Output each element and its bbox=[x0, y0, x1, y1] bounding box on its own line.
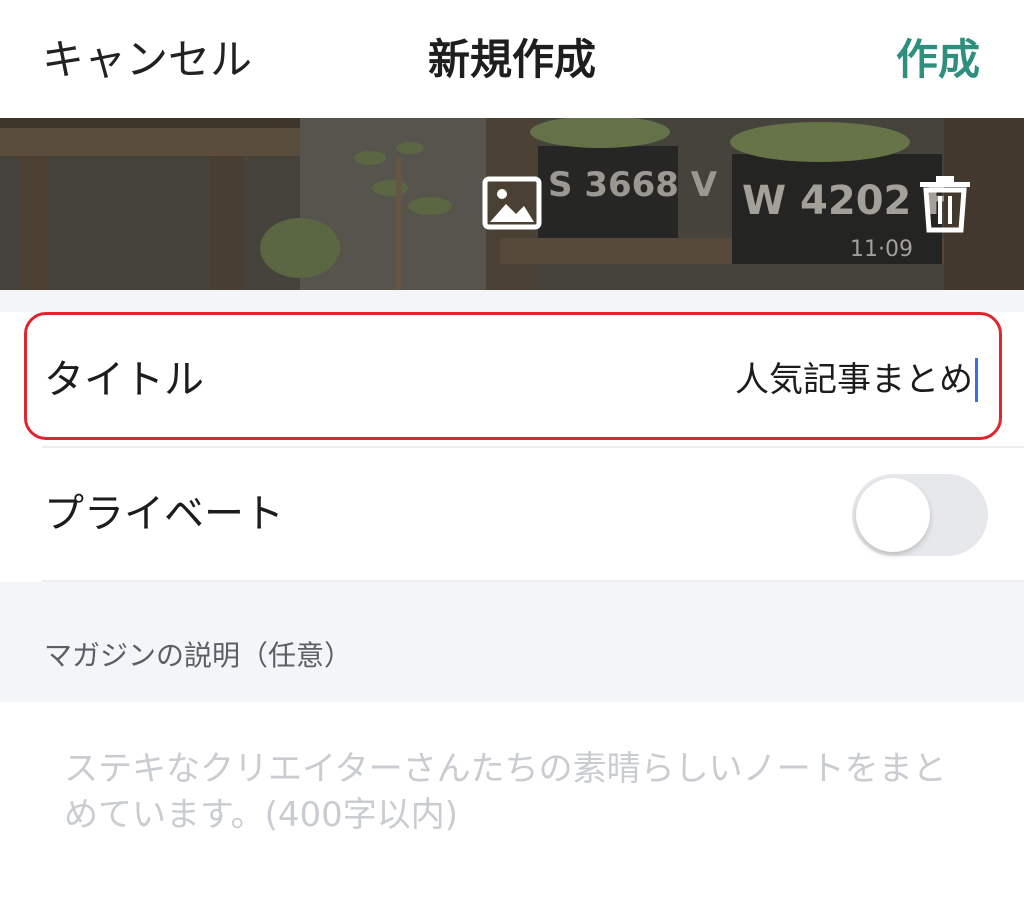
navigation-bar: キャンセル 新規作成 作成 bbox=[0, 0, 1024, 118]
section-gap bbox=[0, 290, 1024, 312]
private-label: プライベート bbox=[44, 491, 284, 537]
title-row: タイトル 人気記事まとめ bbox=[0, 312, 1024, 446]
description-textarea[interactable]: ステキなクリエイターさんたちの素晴らしいノートをまとめています。(400字以内) bbox=[0, 702, 1024, 915]
private-row: プライベート bbox=[0, 448, 1024, 580]
title-input[interactable]: 人気記事まとめ bbox=[735, 356, 978, 404]
description-placeholder: ステキなクリエイターさんたちの素晴らしいノートをまとめています。(400字以内) bbox=[64, 749, 947, 835]
text-cursor bbox=[975, 358, 978, 402]
description-section-header: マガジンの説明（任意） bbox=[0, 582, 1024, 702]
create-button[interactable]: 作成 bbox=[896, 32, 980, 88]
page-title: 新規作成 bbox=[427, 35, 596, 84]
trash-icon[interactable] bbox=[918, 174, 972, 238]
image-icon[interactable] bbox=[482, 176, 542, 234]
description-section-label: マガジンの説明（任意） bbox=[44, 639, 353, 672]
title-input-value: 人気記事まとめ bbox=[735, 360, 973, 400]
private-toggle[interactable] bbox=[852, 474, 988, 556]
title-label: タイトル bbox=[44, 357, 204, 403]
toggle-knob bbox=[856, 478, 930, 552]
cover-image[interactable]: S 3668 V W 4202 F 11·09 bbox=[0, 118, 1024, 290]
